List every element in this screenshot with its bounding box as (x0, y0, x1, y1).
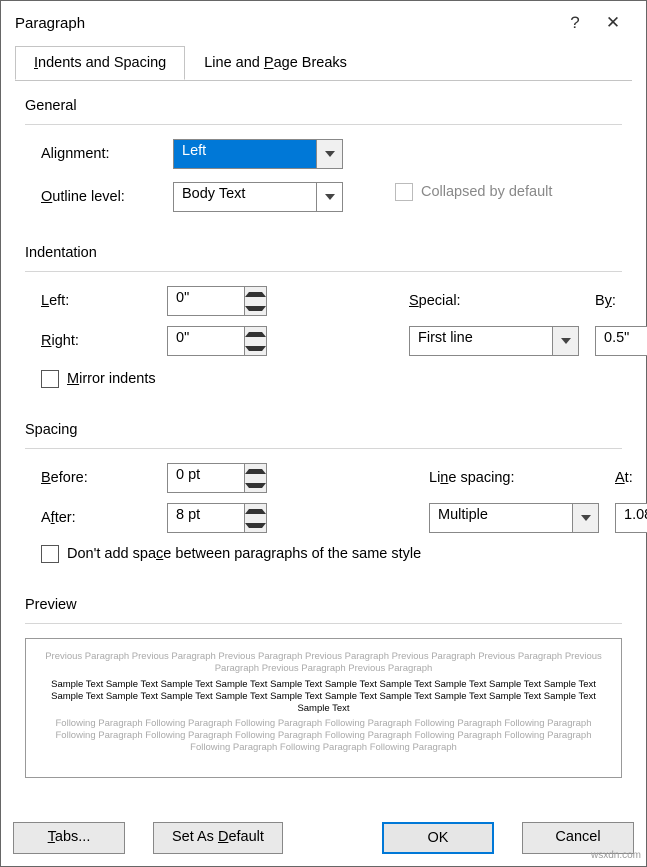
spacing-title: Spacing (25, 422, 622, 438)
noadd-checkline[interactable]: Don't add space between paragraphs of th… (41, 545, 622, 563)
divider (25, 448, 622, 449)
outline-combo[interactable]: Body Text (173, 182, 343, 212)
chevron-down-icon[interactable] (316, 183, 342, 211)
preview-foll: Following Paragraph Following Paragraph … (40, 718, 607, 754)
alignment-combo[interactable]: Left (173, 139, 343, 169)
special-label: Special: (409, 293, 579, 309)
right-value: 0" (168, 327, 244, 355)
before-label: Before: (41, 470, 151, 486)
outline-value: Body Text (174, 183, 316, 211)
right-spin[interactable]: 0" (167, 326, 267, 356)
linespacing-combo[interactable]: Multiple (429, 503, 599, 533)
special-value: First line (410, 327, 552, 355)
before-value: 0 pt (168, 464, 244, 492)
collapsed-label: Collapsed by default (421, 184, 552, 200)
close-button[interactable]: ✕ (594, 13, 632, 33)
left-label: Left: (41, 293, 151, 309)
window-title: Paragraph (15, 15, 556, 32)
tab-line-page-breaks[interactable]: Line and Page Breaks (185, 46, 366, 80)
noadd-checkbox[interactable] (41, 545, 59, 563)
tab-indents-spacing[interactable]: Indents and Spacing (15, 46, 185, 80)
divider (25, 271, 622, 272)
by-label: By: (595, 293, 647, 309)
ok-button[interactable]: OK (382, 822, 494, 854)
footer: Tabs... Set As Default OK Cancel (1, 810, 646, 866)
content: General Alignment: Left Outline level: B… (1, 80, 646, 810)
preview-sample: Sample Text Sample Text Sample Text Samp… (40, 679, 607, 715)
indentation-title: Indentation (25, 245, 622, 261)
by-spin[interactable]: 0.5" (595, 326, 647, 356)
alignment-label: Alignment: (41, 146, 161, 162)
collapsed-checkbox (395, 183, 413, 201)
preview-prev: Previous Paragraph Previous Paragraph Pr… (40, 651, 607, 675)
divider (25, 623, 622, 624)
preview-box: Previous Paragraph Previous Paragraph Pr… (25, 638, 622, 778)
outline-row: Outline level: Body Text Collapsed by de… (41, 179, 622, 215)
spin-up[interactable] (245, 504, 266, 518)
spin-down[interactable] (245, 301, 266, 315)
tabs-button[interactable]: Tabs... (13, 822, 125, 854)
before-spin[interactable]: 0 pt (167, 463, 267, 493)
tab-strip: Indents and Spacing Line and Page Breaks (15, 46, 632, 81)
mirror-checkbox[interactable] (41, 370, 59, 388)
chevron-down-icon[interactable] (572, 504, 598, 532)
after-spin[interactable]: 8 pt (167, 503, 267, 533)
outline-label: Outline level: (41, 189, 161, 205)
after-value: 8 pt (168, 504, 244, 532)
left-spin[interactable]: 0" (167, 286, 267, 316)
at-spin[interactable]: 1.08 (615, 503, 647, 533)
spin-down[interactable] (245, 478, 266, 492)
left-value: 0" (168, 287, 244, 315)
mirror-checkline[interactable]: Mirror indents (41, 370, 622, 388)
set-default-button[interactable]: Set As Default (153, 822, 283, 854)
spin-down[interactable] (245, 518, 266, 532)
spin-up[interactable] (245, 327, 266, 341)
watermark: wsxdn.com (591, 850, 641, 861)
after-label: After: (41, 510, 151, 526)
at-value: 1.08 (616, 504, 647, 532)
spin-down[interactable] (245, 341, 266, 355)
help-button[interactable]: ? (556, 13, 594, 33)
right-label: Right: (41, 333, 151, 349)
divider (25, 124, 622, 125)
at-label: At: (615, 470, 647, 486)
alignment-value: Left (174, 140, 316, 168)
titlebar: Paragraph ? ✕ (1, 1, 646, 45)
linespacing-value: Multiple (430, 504, 572, 532)
chevron-down-icon[interactable] (316, 140, 342, 168)
collapsed-checkline: Collapsed by default (395, 183, 595, 201)
spin-up[interactable] (245, 464, 266, 478)
paragraph-dialog: Paragraph ? ✕ Indents and Spacing Line a… (0, 0, 647, 867)
spin-up[interactable] (245, 287, 266, 301)
chevron-down-icon[interactable] (552, 327, 578, 355)
general-title: General (25, 98, 622, 114)
special-combo[interactable]: First line (409, 326, 579, 356)
by-value: 0.5" (596, 327, 647, 355)
preview-title: Preview (25, 597, 622, 613)
alignment-row: Alignment: Left (41, 139, 622, 169)
linespacing-label: Line spacing: (429, 470, 599, 486)
